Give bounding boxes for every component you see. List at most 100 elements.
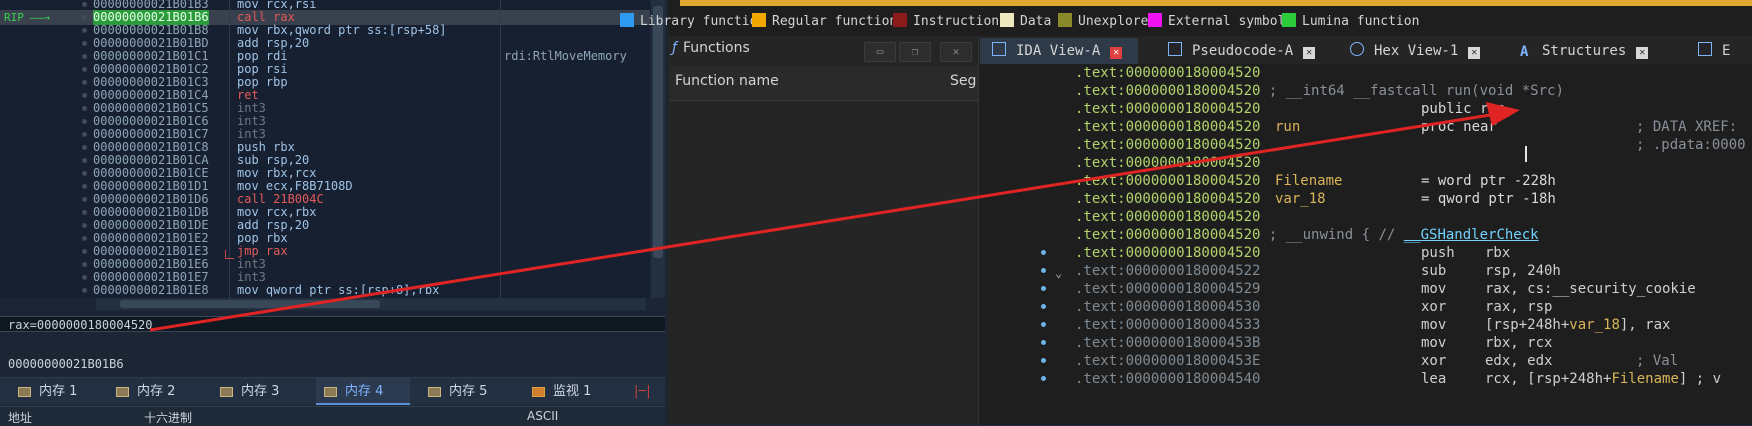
code-address: .text:0000000180004520 <box>1075 119 1261 135</box>
vertical-scroll-thumb[interactable] <box>653 6 663 258</box>
code-line[interactable]: .text:0000000180004520 ; __int64 __fastc… <box>1075 82 1564 100</box>
code-line[interactable]: .text:0000000180004520 <box>1075 64 1260 82</box>
breakpoint-bullet-icon[interactable] <box>82 223 87 228</box>
breakpoint-bullet-icon[interactable] <box>82 236 87 241</box>
column-hex[interactable]: 十六进制 <box>144 409 192 426</box>
breakpoint-bullet-icon[interactable] <box>82 262 87 267</box>
breakpoint-bullet-icon[interactable] <box>82 145 87 150</box>
code-line[interactable]: .text:0000000180004520 public run <box>1075 100 1505 118</box>
tab-watch-1[interactable]: 监视 1 <box>532 378 612 405</box>
legend-item: Regular function <box>752 13 897 29</box>
breakpoint-bullet-icon[interactable] <box>82 67 87 72</box>
operand-part: rcx, [rsp+248h+ <box>1485 371 1612 387</box>
breakpoint-bullet-icon[interactable] <box>82 249 87 254</box>
tab-ida-view-a[interactable]: IDA View-A ✕ <box>980 38 1138 64</box>
breakpoint-bullet-icon[interactable] <box>82 288 87 293</box>
function-icon: ƒ <box>672 40 677 56</box>
breakpoint-bullet-icon[interactable] <box>82 2 87 7</box>
breakpoint-dot-icon[interactable] <box>1041 340 1046 345</box>
tab-memory-3[interactable]: 内存 3 <box>220 378 296 405</box>
breakpoint-bullet-icon[interactable] <box>82 106 87 111</box>
panel-restore-button[interactable]: ▭ <box>864 42 896 62</box>
tab-memory-1[interactable]: 内存 1 <box>18 378 94 405</box>
panel-float-button[interactable]: ❐ <box>899 42 931 62</box>
breakpoint-bullet-icon[interactable] <box>82 197 87 202</box>
disasm-row[interactable]: 00000000021B01E8 mov qword ptr ss:[rsp+8]… <box>0 283 650 298</box>
tab-pseudocode-a[interactable]: Pseudocode-A ✕ <box>1156 38 1324 64</box>
variable-label[interactable]: var_18 <box>1275 190 1326 208</box>
code-line[interactable]: .text:0000000180004520 ; .pdata:0000 <box>1075 136 1746 154</box>
breakpoint-dot-icon[interactable] <box>1041 286 1046 291</box>
code-address: .text:0000000180004520 <box>1075 245 1261 261</box>
code-line[interactable]: .text:0000000180004520 <box>1075 208 1260 226</box>
breakpoint-dot-icon[interactable] <box>1041 358 1046 363</box>
close-icon[interactable]: ✕ <box>1303 47 1316 59</box>
code-line[interactable]: .text:0000000180004520 var_18 = qword ptr … <box>1075 190 1556 208</box>
code-line[interactable]: .text:0000000180004520 Filename = word ptr… <box>1075 172 1556 190</box>
close-icon[interactable]: ✕ <box>1636 47 1649 59</box>
tab-label: Structures <box>1542 43 1627 59</box>
tab-overflow[interactable]: E <box>1690 38 1752 64</box>
breakpoint-bullet-icon[interactable] <box>82 41 87 46</box>
breakpoint-bullet-icon[interactable] <box>82 119 87 124</box>
breakpoint-bullet-icon[interactable] <box>82 132 87 137</box>
navigation-band[interactable] <box>680 0 1752 6</box>
tab-overflow-icon[interactable]: |─| <box>634 378 662 405</box>
column-address[interactable]: 地址 <box>8 409 32 426</box>
tab-hex-view-1[interactable]: Hex View-1 ✕ <box>1338 38 1496 64</box>
close-icon[interactable]: ✕ <box>1468 47 1481 59</box>
breakpoint-bullet-icon[interactable] <box>82 93 87 98</box>
code-line[interactable]: .text:0000000180004540 lea rcx, [rsp+248h+… <box>1075 370 1721 388</box>
breakpoint-dot-icon[interactable] <box>1041 250 1046 255</box>
proc-directive: proc near <box>1421 119 1497 135</box>
column-function-name[interactable]: Function name <box>675 73 779 89</box>
column-ascii[interactable]: ASCII <box>527 409 558 423</box>
code-line[interactable]: .text:000000018000453B mov rbx, rcx <box>1075 334 1552 352</box>
disassembly-view[interactable]: 00000000021B01B3 mov rcx,rsi RIP ——→ 0000000… <box>0 0 650 298</box>
tab-memory-4[interactable]: 内存 4 <box>316 378 410 405</box>
close-icon[interactable]: ✕ <box>1110 47 1123 59</box>
tab-memory-5[interactable]: 内存 5 <box>428 378 504 405</box>
tab-label: Hex View-1 <box>1374 43 1459 59</box>
breakpoint-dot-icon[interactable] <box>1041 322 1046 327</box>
collapse-chevron-icon[interactable]: ⌄ <box>1055 266 1062 280</box>
breakpoint-bullet-icon[interactable] <box>82 184 87 189</box>
code-line[interactable]: .text:0000000180004520 push rbx <box>1075 244 1510 262</box>
code-line[interactable]: .text:0000000180004520 ; __unwind { // _… <box>1075 226 1539 244</box>
column-segment[interactable]: Seg <box>950 73 976 89</box>
code-line[interactable]: .text:0000000180004520 <box>1075 154 1260 172</box>
function-label[interactable]: run <box>1275 118 1300 136</box>
register-info-line: rax=0000000180004520 <box>0 316 665 332</box>
code-address: .text:0000000180004530 <box>1075 299 1261 315</box>
breakpoint-dot-icon[interactable] <box>1041 376 1046 381</box>
variable-label[interactable]: Filename <box>1275 172 1342 190</box>
tab-label: 内存 1 <box>39 384 78 399</box>
handler-link[interactable]: __GSHandlerCheck <box>1404 227 1539 243</box>
code-line[interactable]: .text:0000000180004530 xor rax, rsp <box>1075 298 1552 316</box>
breakpoint-bullet-icon[interactable] <box>82 171 87 176</box>
breakpoint-dot-icon[interactable] <box>1041 268 1046 273</box>
tab-memory-2[interactable]: 内存 2 <box>116 378 192 405</box>
code-line[interactable]: .text:0000000180004529 mov rax, cs:__secur… <box>1075 280 1696 298</box>
panel-close-button[interactable]: ✕ <box>940 42 972 62</box>
operand-variable[interactable]: Filename <box>1611 371 1678 387</box>
breakpoint-bullet-icon[interactable] <box>82 275 87 280</box>
legend-label: Instruction <box>913 14 1000 29</box>
pseudocode-icon <box>1168 42 1182 56</box>
operand-variable[interactable]: var_18 <box>1569 317 1620 333</box>
breakpoint-bullet-icon[interactable] <box>82 28 87 33</box>
code-address: .text:0000000180004520 <box>1075 173 1261 189</box>
memory-icon <box>324 386 337 397</box>
breakpoint-bullet-icon[interactable] <box>82 80 87 85</box>
code-line[interactable]: .text:0000000180004533 mov [rsp+248h+var_1… <box>1075 316 1670 334</box>
tab-structures[interactable]: A Structures ✕ <box>1508 38 1664 64</box>
code-line[interactable]: .text:000000018000453E xor edx, edx ; Val <box>1075 352 1678 370</box>
code-line[interactable]: .text:0000000180004522 sub rsp, 240h <box>1075 262 1561 280</box>
breakpoint-bullet-icon[interactable] <box>82 54 87 59</box>
horizontal-scroll-thumb[interactable] <box>120 300 380 308</box>
code-line[interactable]: .text:0000000180004520 run proc near ; DATA… <box>1075 118 1737 136</box>
breakpoint-bullet-icon[interactable] <box>82 210 87 215</box>
breakpoint-dot-icon[interactable] <box>1041 304 1046 309</box>
breakpoint-bullet-icon[interactable] <box>82 158 87 163</box>
breakpoint-bullet-icon[interactable] <box>82 15 87 20</box>
